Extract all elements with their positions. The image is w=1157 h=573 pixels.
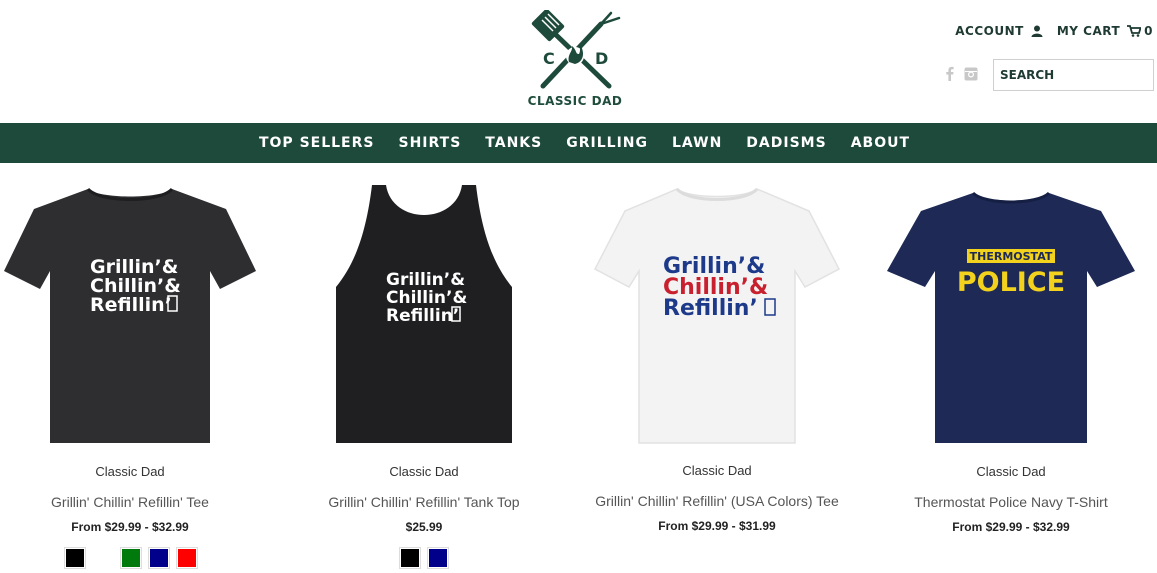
product-vendor: Classic Dad: [682, 463, 752, 478]
shirt-art-line: POLICE: [957, 267, 1065, 298]
cart-count: 0: [1144, 24, 1153, 38]
cart-icon: [1127, 25, 1142, 37]
shirt-art-line: Refillin’: [663, 296, 758, 321]
swatch-green[interactable]: [120, 547, 142, 569]
logo-text: CLASSIC DAD: [527, 94, 623, 108]
product-card[interactable]: Grillin’& Chillin’& Refillin’ Classic Da…: [572, 175, 862, 533]
product-title[interactable]: Grillin' Chillin' Refillin' Tee: [0, 494, 275, 510]
nav-top-sellers[interactable]: TOP SELLERS: [259, 135, 375, 151]
shirt-art-line: Chillin’&: [386, 288, 467, 308]
nav-lawn[interactable]: LAWN: [672, 135, 722, 151]
product-vendor: Classic Dad: [389, 464, 459, 479]
account-link[interactable]: ACCOUNT: [955, 24, 1043, 38]
product-title[interactable]: Grillin' Chillin' Refillin' (USA Colors)…: [572, 493, 862, 509]
nav-shirts[interactable]: SHIRTS: [399, 135, 462, 151]
swatch-navy[interactable]: [148, 547, 170, 569]
product-price: From $29.99 - $32.99: [71, 520, 189, 534]
shirt-art-line: THERMOSTAT: [970, 250, 1053, 263]
product-vendor: Classic Dad: [976, 464, 1046, 479]
cart-label: MY CART: [1056, 24, 1121, 38]
header-links: ACCOUNT MY CART 0: [955, 24, 1153, 38]
swatch-white[interactable]: [92, 547, 114, 569]
product-price: From $29.99 - $31.99: [658, 519, 776, 533]
product-image-grillin-tee[interactable]: Grillin’& Chillin’& Refillin’: [0, 175, 260, 447]
product-card[interactable]: THERMOSTAT POLICE Classic Dad Thermostat…: [866, 175, 1156, 534]
nav-about[interactable]: ABOUT: [851, 135, 910, 151]
search-input[interactable]: [993, 59, 1154, 91]
logo-initial-d: D: [595, 49, 608, 68]
color-swatches: [279, 547, 569, 569]
color-swatches: [0, 547, 275, 569]
account-label: ACCOUNT: [955, 24, 1024, 38]
shirt-art-line: Refillin’: [386, 306, 459, 326]
product-image-usa-tee[interactable]: Grillin’& Chillin’& Refillin’: [587, 175, 847, 447]
swatch-red[interactable]: [176, 547, 198, 569]
nav-dadisms[interactable]: DADISMS: [746, 135, 826, 151]
product-title[interactable]: Thermostat Police Navy T-Shirt: [866, 494, 1156, 510]
classic-dad-logo[interactable]: C D CLASSIC DAD: [520, 10, 630, 115]
swatch-black[interactable]: [399, 547, 421, 569]
social-links: [946, 66, 978, 81]
product-price: From $29.99 - $32.99: [952, 520, 1070, 534]
swatch-black[interactable]: [64, 547, 86, 569]
facebook-icon: [946, 66, 954, 81]
instagram-link[interactable]: [964, 67, 978, 81]
cart-link[interactable]: MY CART 0: [1057, 24, 1153, 38]
product-card[interactable]: Grillin’& Chillin’& Refillin’ Classic Da…: [0, 175, 275, 569]
product-image-thermostat-police[interactable]: THERMOSTAT POLICE: [881, 175, 1141, 447]
user-icon: [1031, 25, 1043, 37]
shirt-art-line: Grillin’&: [386, 270, 465, 290]
nav-grilling[interactable]: GRILLING: [566, 135, 648, 151]
instagram-icon: [964, 67, 978, 80]
shirt-art-line: Refillin’: [90, 294, 172, 316]
main-nav: TOP SELLERS SHIRTS TANKS GRILLING LAWN D…: [0, 123, 1157, 163]
facebook-link[interactable]: [946, 66, 954, 81]
product-card[interactable]: Grillin’& Chillin’& Refillin’ Classic Da…: [279, 175, 569, 569]
product-image-grillin-tank[interactable]: Grillin’& Chillin’& Refillin’: [334, 175, 514, 447]
product-vendor: Classic Dad: [95, 464, 165, 479]
product-price: $25.99: [405, 520, 443, 534]
logo-initial-c: C: [543, 49, 555, 68]
product-title[interactable]: Grillin' Chillin' Refillin' Tank Top: [279, 494, 569, 510]
crossed-spatula-fork-icon: C D: [531, 10, 621, 89]
swatch-navy[interactable]: [427, 547, 449, 569]
nav-tanks[interactable]: TANKS: [485, 135, 542, 151]
